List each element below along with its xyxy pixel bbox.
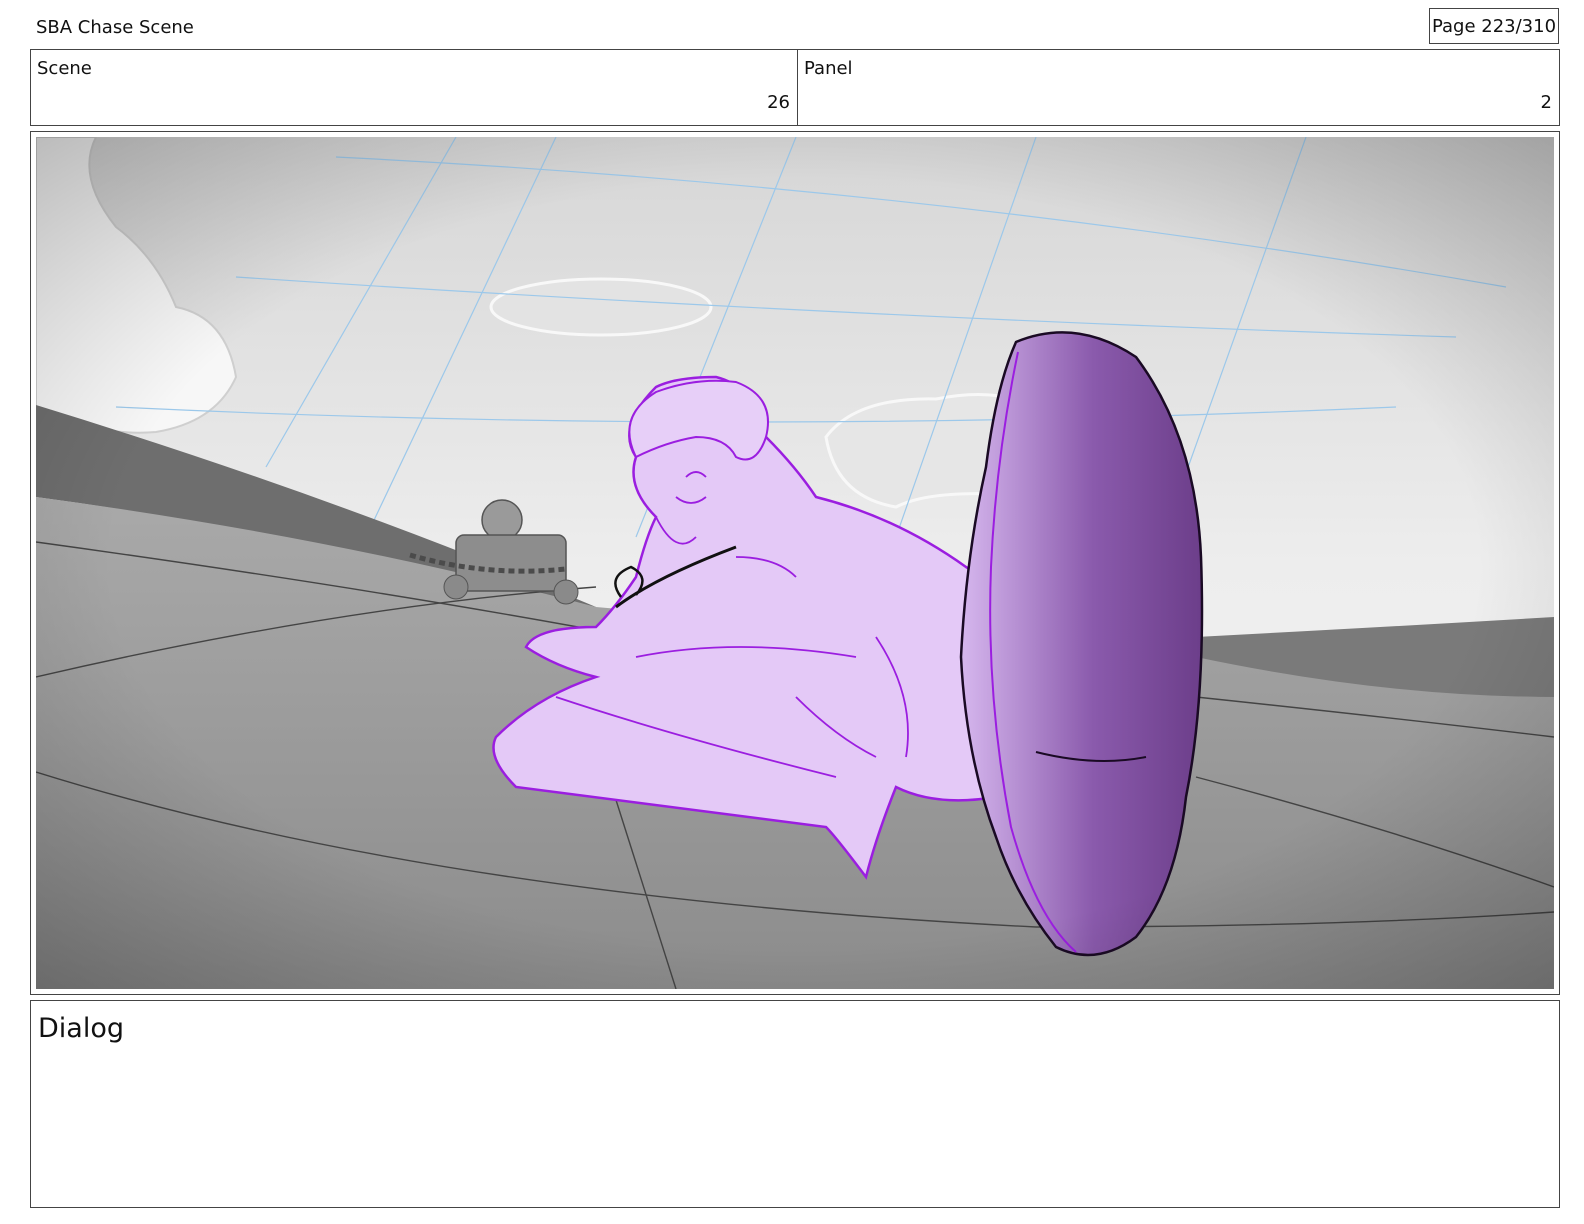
panel-label: Panel xyxy=(804,58,853,79)
vignette-overlay xyxy=(36,137,1554,989)
scene-cell: Scene 26 xyxy=(31,50,798,125)
panel-number: 2 xyxy=(1540,92,1552,113)
dialog-label: Dialog xyxy=(38,1013,124,1044)
panel-cell: Panel 2 xyxy=(798,50,1559,125)
dialog-box: Dialog xyxy=(30,1000,1560,1208)
page-counter: Page 223/310 xyxy=(1429,8,1559,44)
storyboard-panel-frame xyxy=(30,131,1560,995)
shot-info-row: Scene 26 Panel 2 xyxy=(30,49,1560,126)
scene-label: Scene xyxy=(37,58,92,79)
storyboard-title: SBA Chase Scene xyxy=(36,17,194,38)
storyboard-drawing xyxy=(36,137,1554,989)
scene-number: 26 xyxy=(767,92,790,113)
